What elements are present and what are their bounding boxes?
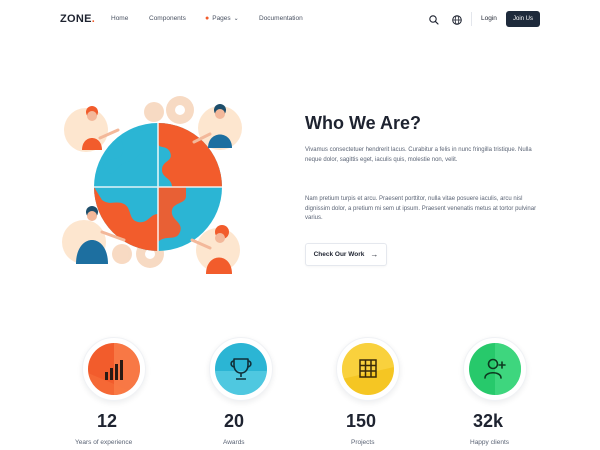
stat-label: Projects <box>351 439 375 446</box>
nav-documentation[interactable]: Documentation <box>259 15 303 22</box>
stat-value: 12 <box>96 411 118 431</box>
logo[interactable]: ZONE. <box>60 13 95 25</box>
chart-icon <box>88 343 140 395</box>
chevron-down-icon: ⌄ <box>233 16 239 22</box>
navbar: ZONE. Home Components ● Pages ⌄ Documentat… <box>0 0 600 40</box>
about-title: Who We Are? <box>305 113 421 133</box>
nav-pages-label: Pages <box>212 15 231 22</box>
nav-home[interactable]: Home <box>111 15 128 22</box>
join-us-button[interactable]: Join Us <box>506 11 540 27</box>
arrow-right-icon: → <box>370 250 379 259</box>
stat-label: Happy clients <box>470 439 510 446</box>
grid-icon <box>342 343 394 395</box>
stat-value: 20 <box>223 411 245 431</box>
about-paragraph-1: Vivamus consectetuer hendrerit lacus. Cu… <box>305 147 532 163</box>
stat-label: Awards <box>223 439 245 446</box>
stat-label: Years of experience <box>75 439 133 446</box>
stat-value: 150 <box>345 411 377 431</box>
active-dot-icon: ● <box>205 15 210 22</box>
user-plus-icon <box>469 343 521 395</box>
globe-icon[interactable] <box>451 13 463 25</box>
nav-components[interactable]: Components <box>149 15 186 22</box>
login-link[interactable]: Login <box>481 15 497 22</box>
search-icon[interactable] <box>428 13 440 25</box>
trophy-icon <box>215 343 267 395</box>
stat-value: 32k <box>472 411 504 431</box>
check-our-work-label: Check Our Work <box>313 251 365 258</box>
about-paragraph-2: Nam pretium turpis et arcu. Praesent por… <box>305 196 537 222</box>
nav-divider <box>471 12 472 26</box>
nav-pages[interactable]: ● Pages ⌄ <box>205 15 239 22</box>
puzzle-illustration <box>62 92 248 282</box>
check-our-work-button[interactable]: Check Our Work → <box>305 243 387 266</box>
